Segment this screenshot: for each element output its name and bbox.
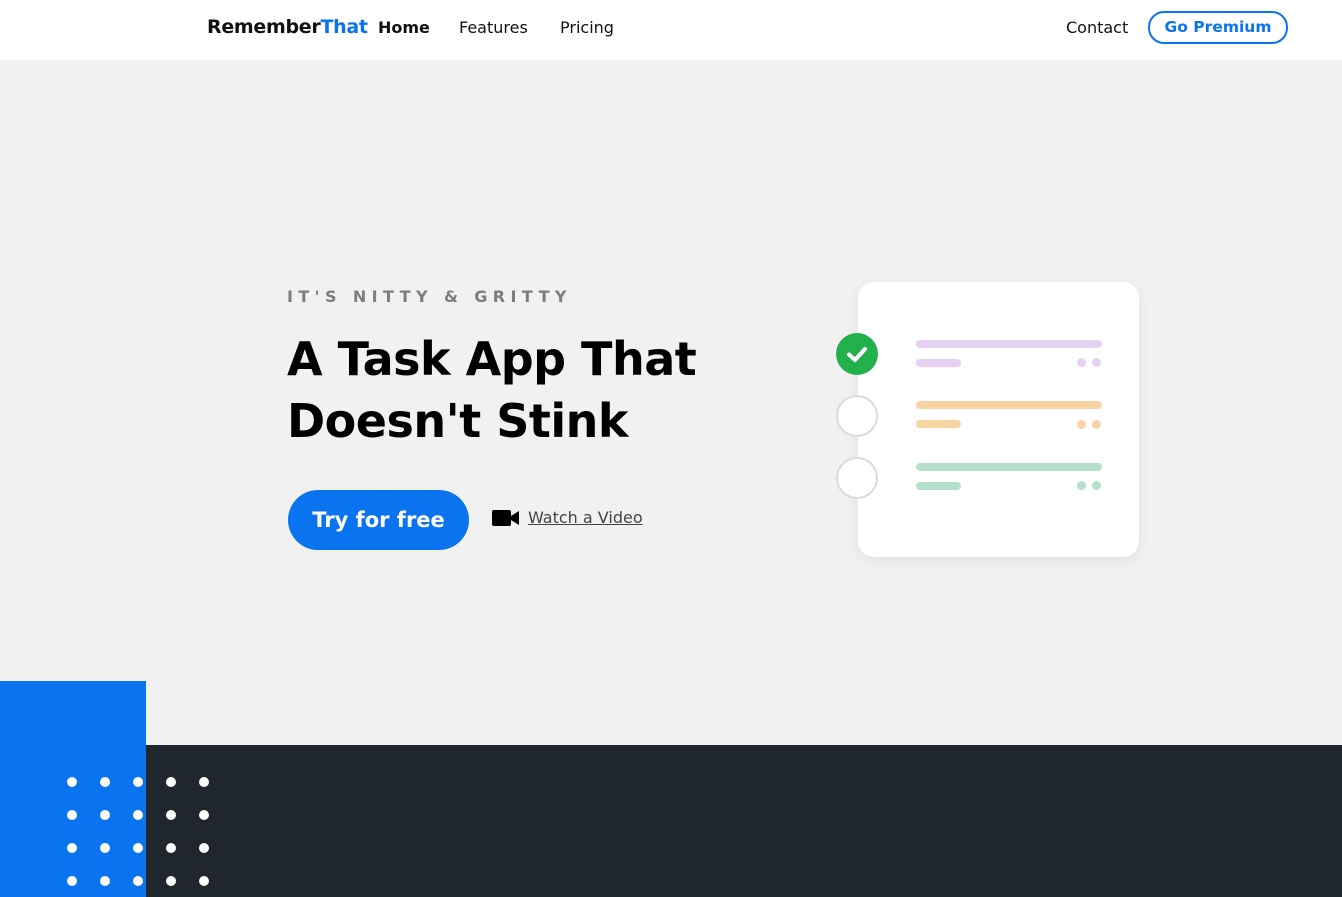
nav-link-pricing[interactable]: Pricing (560, 17, 614, 39)
nav-link-contact[interactable]: Contact (1066, 17, 1128, 39)
logo-text-remember: Remember (207, 16, 321, 38)
task-list-illustration (858, 282, 1139, 557)
grid-dot (166, 777, 176, 787)
grid-dot (133, 843, 143, 853)
grid-dot (166, 843, 176, 853)
top-navigation-bar: RememberThat Home Features Pricing Conta… (0, 0, 1342, 60)
grid-dot (199, 777, 209, 787)
checkmark-icon (847, 347, 867, 362)
grid-dot (100, 843, 110, 853)
nav-link-features[interactable]: Features (459, 17, 528, 39)
task-dot (1077, 358, 1086, 367)
grid-dot (67, 777, 77, 787)
task-line-long (916, 340, 1102, 348)
hero-headline-line-1: A Task App That (287, 332, 697, 386)
task-dot (1092, 420, 1101, 429)
blue-accent-block (0, 681, 146, 897)
brand-logo[interactable]: RememberThat (207, 15, 368, 40)
grid-dot (100, 876, 110, 886)
hero-headline-line-2: Doesn't Stink (287, 394, 628, 448)
grid-dot (133, 876, 143, 886)
grid-dot (100, 810, 110, 820)
watch-video-label: Watch a Video (528, 508, 643, 527)
video-camera-icon (492, 510, 519, 526)
task-dot (1092, 481, 1101, 490)
grid-dot (100, 777, 110, 787)
logo-text-that: That (320, 16, 368, 38)
task-line-short (916, 359, 961, 367)
task-open-checkbox (836, 395, 878, 437)
task-complete-checkbox (836, 333, 878, 375)
task-dot (1092, 358, 1101, 367)
nav-link-home[interactable]: Home (378, 17, 430, 39)
watch-video-link[interactable]: Watch a Video (492, 505, 643, 531)
try-for-free-button[interactable]: Try for free (288, 490, 469, 550)
task-dot (1077, 481, 1086, 490)
grid-dot (199, 810, 209, 820)
task-dot (1077, 420, 1086, 429)
hero-headline: A Task App That Doesn't Stink (287, 328, 767, 452)
grid-dot (199, 876, 209, 886)
task-open-checkbox (836, 457, 878, 499)
grid-dot (199, 843, 209, 853)
grid-dot (67, 876, 77, 886)
task-line-long (916, 463, 1102, 471)
task-line-short (916, 420, 961, 428)
task-line-long (916, 401, 1102, 409)
hero-eyebrow: IT'S NITTY & GRITTY (287, 287, 572, 306)
dark-footer-band (146, 745, 1342, 897)
go-premium-button[interactable]: Go Premium (1148, 11, 1288, 44)
grid-dot (166, 876, 176, 886)
grid-dot (166, 810, 176, 820)
grid-dot (67, 843, 77, 853)
grid-dot (133, 810, 143, 820)
grid-dot (67, 810, 77, 820)
grid-dot (133, 777, 143, 787)
task-line-short (916, 482, 961, 490)
